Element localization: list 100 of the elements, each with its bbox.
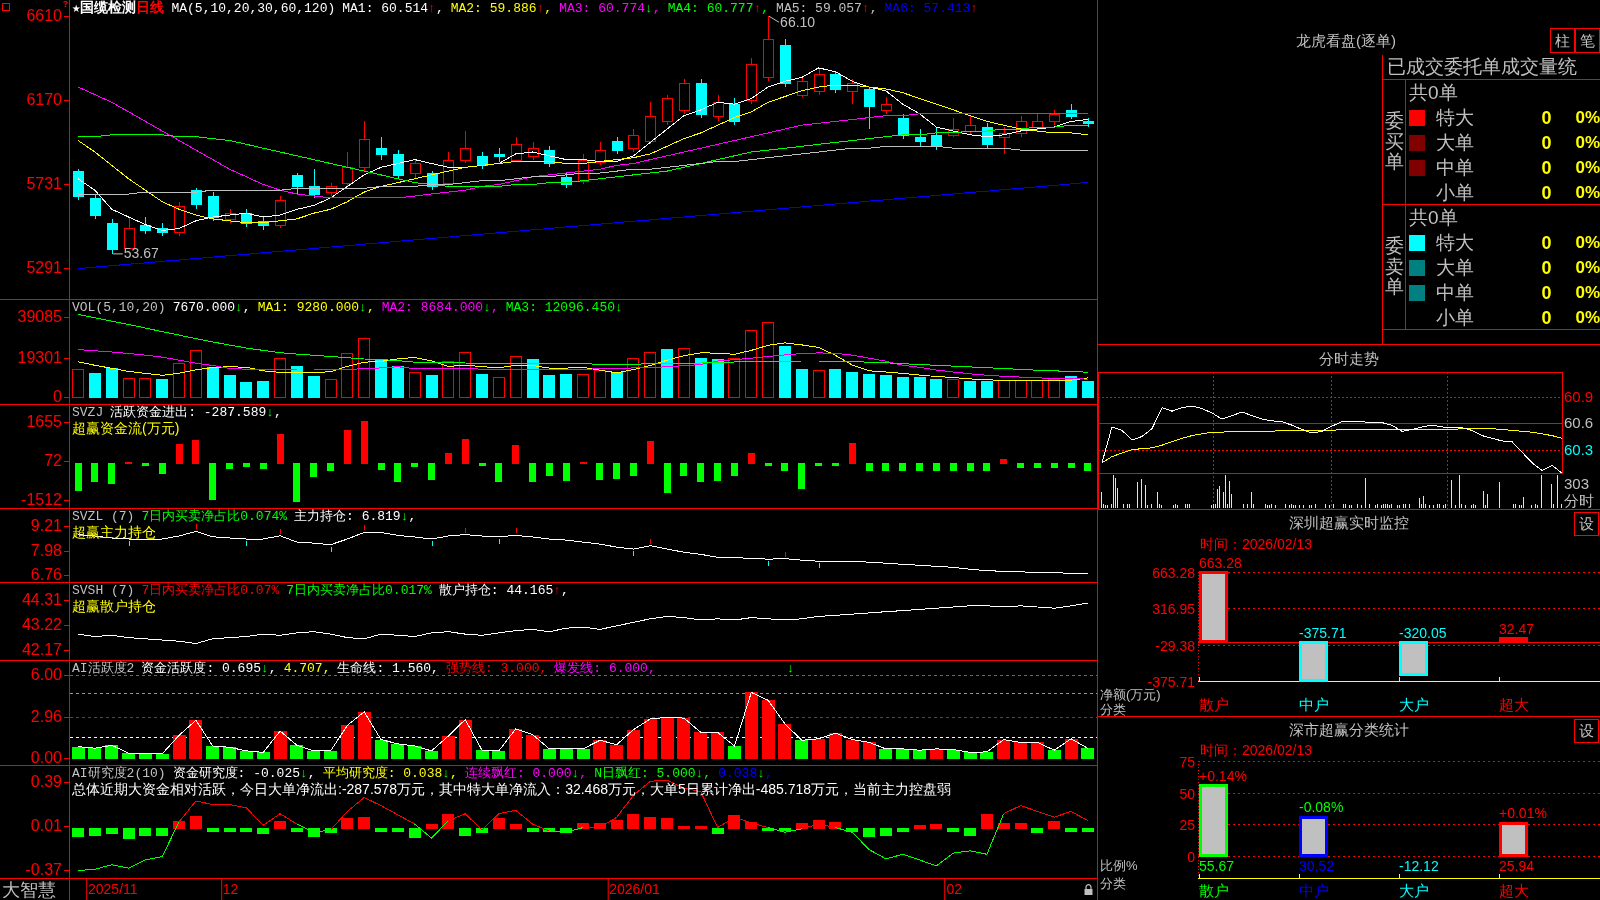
indicator-reading: MA2: 8684.000↓, — [381, 300, 499, 315]
order-type: 中单 — [1436, 281, 1474, 304]
axis-label: 7.98 — [30, 542, 62, 559]
indicator-reading: 7670.000↓, — [172, 300, 251, 315]
unit-label: 分时 — [1564, 493, 1594, 508]
indicator-reading: 资金研究度: -0.025↓, — [172, 766, 316, 781]
order-count: 0 — [1541, 156, 1552, 179]
indicator-reading: 0.038↓, — [718, 766, 773, 781]
view-button[interactable]: 柱 — [1550, 28, 1575, 53]
axis-label: 0.39 — [30, 774, 62, 791]
price-label: 53.67 — [123, 244, 159, 261]
axis-title: 分类 — [1100, 702, 1126, 717]
order-count: 0 — [1541, 231, 1552, 254]
order-count: 0 — [1541, 256, 1552, 279]
indicator-reading: MA4: 60.777↑, — [667, 1, 770, 16]
price-label: 66.10 — [780, 14, 816, 31]
axis-label: 39085 — [17, 309, 62, 326]
leader-line — [112, 253, 124, 255]
axis-label: 75 — [1179, 753, 1195, 770]
axis-label: 6.76 — [30, 567, 62, 584]
order-type: 中单 — [1436, 156, 1474, 179]
category-label: 中户 — [1299, 882, 1329, 899]
chart-title: AI研究度2(10) — [72, 766, 166, 781]
axis-label: 44.31 — [21, 591, 62, 608]
category-label: 散户 — [1199, 696, 1229, 713]
indicator-reading: 散户持仓: 44.165↑, — [438, 583, 569, 598]
indicator-reading: MA5: 59.057↑, — [776, 1, 878, 16]
order-count: 0 — [1541, 306, 1552, 329]
order-share: 0% — [1575, 306, 1600, 329]
settings-button[interactable]: 设 — [1574, 719, 1599, 743]
indicator-reading: MA2: 59.886↑, — [450, 1, 553, 16]
table-header: 已成交委托单成交量统 — [1387, 56, 1577, 78]
settings-button[interactable]: 设 — [1574, 512, 1599, 536]
category-label: 散户 — [1199, 882, 1229, 899]
order-share: 0% — [1575, 156, 1600, 179]
order-type: 特大 — [1436, 231, 1474, 254]
order-count: 0 — [1541, 181, 1552, 204]
indicator-caption: 超赢资金流(万元) — [72, 420, 180, 436]
axis-label: 60.9 — [1564, 388, 1594, 407]
category-label: 中户 — [1299, 696, 1329, 713]
brand-name: 大智慧 — [1, 879, 56, 900]
order-count: 0 — [1541, 131, 1552, 154]
date-label: 2026/01 — [607, 879, 660, 900]
indicator-reading: MA(5,10,20,30,60,120) — [171, 1, 336, 16]
indicator-reading: 生命线: 1.560, — [337, 661, 439, 676]
value-label: -12.12 — [1399, 858, 1439, 874]
indicator-reading: 主力持仓: 6.819↓, — [294, 509, 417, 524]
category-label: 大户 — [1399, 696, 1429, 713]
axis-label: 2.96 — [30, 709, 62, 726]
indicator-reading: MA1: 9280.000↓, — [257, 300, 375, 315]
axis-label: -1512 — [21, 492, 62, 509]
change-label: +0.01% — [1499, 805, 1547, 822]
order-share: 0% — [1575, 256, 1600, 279]
axis-label: 50 — [1179, 785, 1195, 802]
category-label: 超大 — [1499, 882, 1529, 899]
axis-label: 5731 — [26, 176, 62, 193]
chart-title: VOL(5,10,20) — [72, 300, 166, 315]
order-count: 0 — [1541, 281, 1552, 304]
order-count: 0 — [1541, 106, 1552, 129]
chart-title: 日线 — [136, 0, 165, 17]
indicator-reading: 4.707, — [283, 661, 331, 676]
value-label: 25.94 — [1499, 858, 1535, 874]
help-button[interactable]: ? — [62, 0, 69, 8]
indicator-reading: MA3: 12096.450↓ — [505, 300, 623, 315]
axis-label: 0.01 — [30, 818, 62, 835]
axis-label: 0 — [1187, 848, 1195, 865]
leader-line — [768, 15, 780, 23]
axis-title: 分类 — [1100, 876, 1126, 891]
axis-label: -375.71 — [1147, 673, 1195, 690]
order-type: 小单 — [1436, 306, 1474, 329]
date-label: 02 — [944, 879, 963, 900]
value-label: 32.47 — [1499, 621, 1535, 638]
order-share: 0% — [1575, 181, 1600, 204]
axis-label: 0.00 — [30, 750, 62, 767]
chart-title: SVZL (7) — [72, 509, 135, 524]
order-type: 小单 — [1436, 181, 1474, 204]
indicator-reading: N日飘红: 5.000↓, — [594, 766, 712, 781]
order-share: 0% — [1575, 106, 1600, 129]
axis-label: 43.22 — [21, 617, 62, 634]
order-total: 共0单 — [1409, 81, 1458, 104]
axis-label: 0 — [53, 388, 62, 405]
chart-title: ★国缆检测 — [72, 0, 137, 17]
axis-label: 6170 — [26, 92, 62, 109]
axis-label: 663.28 — [1152, 564, 1195, 581]
group-label: 委买单 — [1384, 110, 1404, 174]
order-type: 大单 — [1436, 256, 1474, 279]
value-label: -320.05 — [1399, 624, 1447, 641]
order-type: 大单 — [1436, 131, 1474, 154]
date-label: 12 — [220, 879, 239, 900]
view-button[interactable]: 笔 — [1575, 28, 1600, 53]
axis-label: 6610 — [26, 8, 62, 25]
order-share: 0% — [1575, 281, 1600, 304]
indicator-reading: 资金活跃度: 0.695↓, — [141, 661, 277, 676]
change-label: +0.14% — [1199, 767, 1247, 784]
indicator-caption: 超赢散户持仓 — [72, 598, 156, 614]
axis-label: 19301 — [17, 349, 62, 366]
axis-label: -0.37 — [25, 862, 62, 879]
value-label: 30.52 — [1299, 858, 1335, 874]
indicator-reading: 连续飘红: 0.000↓, — [464, 766, 588, 781]
axis-label: 60.6 — [1564, 414, 1594, 433]
